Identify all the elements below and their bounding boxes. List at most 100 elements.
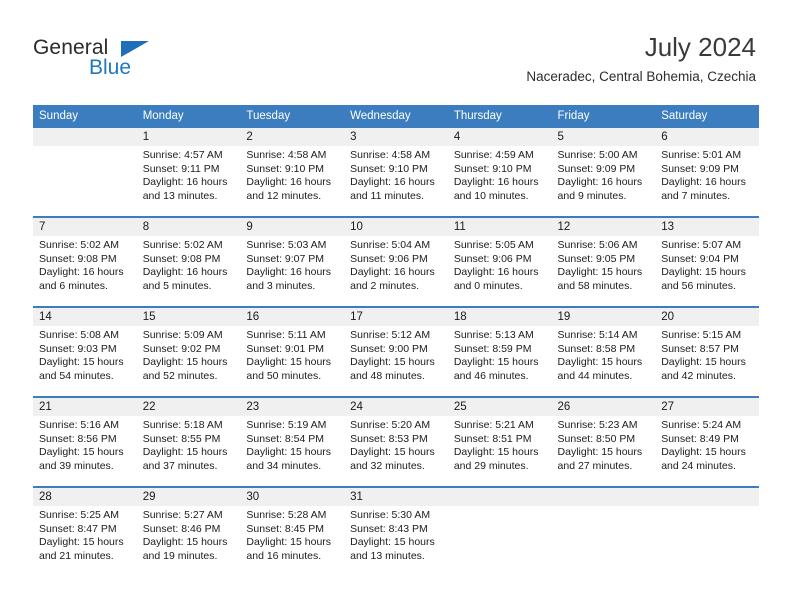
calendar-day-cell[interactable]: 18 Sunrise: 5:13 AM Sunset: 8:59 PM Dayligh… xyxy=(447,308,552,396)
day-info-line: Sunset: 9:09 PM xyxy=(557,162,636,175)
day-info-line: Sunrise: 5:30 AM xyxy=(350,509,431,521)
calendar-day-cell[interactable]: 30 Sunrise: 5:28 AM Sunset: 8:45 PM Dayligh… xyxy=(240,488,345,576)
day-number xyxy=(551,488,656,506)
day-info-line: Sunset: 9:00 PM xyxy=(350,342,428,355)
calendar-day-cell[interactable]: 25 Sunrise: 5:21 AM Sunset: 8:51 PM Dayligh… xyxy=(447,398,552,486)
calendar-day-cell[interactable]: 13 Sunrise: 5:07 AM Sunset: 9:04 PM Dayligh… xyxy=(655,218,759,306)
calendar-day-cell[interactable]: 7 Sunrise: 5:02 AM Sunset: 9:08 PM Daylight… xyxy=(33,218,137,306)
day-info-line: Daylight: 15 hours xyxy=(246,356,332,369)
day-info-line: Daylight: 15 hours xyxy=(39,356,124,369)
day-info-line: Sunrise: 5:00 AM xyxy=(557,149,638,161)
day-sun-info: Sunrise: 4:57 AM Sunset: 9:11 PM Daylight:… xyxy=(137,146,241,203)
calendar-day-cell[interactable]: 22 Sunrise: 5:18 AM Sunset: 8:55 PM Dayligh… xyxy=(136,398,241,486)
calendar-day-cell[interactable]: 14 Sunrise: 5:08 AM Sunset: 9:03 PM Dayligh… xyxy=(33,308,137,396)
day-info-line: Sunrise: 5:02 AM xyxy=(142,239,223,251)
calendar-day-cell[interactable]: 26 Sunrise: 5:23 AM Sunset: 8:50 PM Dayligh… xyxy=(551,398,656,486)
day-info-line: Daylight: 16 hours xyxy=(142,176,228,189)
calendar-day-cell[interactable]: 15 Sunrise: 5:09 AM Sunset: 9:02 PM Dayligh… xyxy=(136,308,241,396)
day-info-line: Daylight: 15 hours xyxy=(39,446,124,459)
calendar-day-cell[interactable]: 29 Sunrise: 5:27 AM Sunset: 8:46 PM Dayligh… xyxy=(136,488,241,576)
calendar-day-cell[interactable]: 11 Sunrise: 5:05 AM Sunset: 9:06 PM Dayligh… xyxy=(447,218,552,306)
weekday-header-sunday: Sunday xyxy=(33,105,137,128)
day-number: 26 xyxy=(551,398,656,416)
day-info-line: and 3 minutes. xyxy=(246,279,316,292)
calendar-day-cell[interactable]: 9 Sunrise: 5:03 AM Sunset: 9:07 PM Daylight… xyxy=(240,218,345,306)
day-number: 17 xyxy=(344,308,448,326)
day-number xyxy=(447,488,552,506)
day-info-line: Sunrise: 4:58 AM xyxy=(350,149,431,161)
day-sun-info xyxy=(448,506,552,509)
calendar-day-cell-empty xyxy=(447,488,552,576)
day-info-line: Sunset: 9:03 PM xyxy=(39,342,117,355)
day-info-line: Sunrise: 5:01 AM xyxy=(661,149,742,161)
day-info-line: Sunset: 9:10 PM xyxy=(350,162,428,175)
calendar-day-cell[interactable]: 2 Sunrise: 4:58 AM Sunset: 9:10 PM Daylight… xyxy=(240,128,345,216)
day-info-line: Daylight: 15 hours xyxy=(453,356,539,369)
calendar-day-cell[interactable]: 4 Sunrise: 4:59 AM Sunset: 9:10 PM Daylight… xyxy=(447,128,552,216)
day-sun-info: Sunrise: 5:27 AM Sunset: 8:46 PM Daylight:… xyxy=(137,506,241,563)
day-info-line: Daylight: 15 hours xyxy=(557,446,643,459)
calendar-day-cell[interactable]: 28 Sunrise: 5:25 AM Sunset: 8:47 PM Dayligh… xyxy=(33,488,137,576)
day-sun-info: Sunrise: 5:05 AM Sunset: 9:06 PM Daylight:… xyxy=(448,236,552,293)
day-number: 10 xyxy=(344,218,448,236)
day-info-line: Daylight: 15 hours xyxy=(142,536,228,549)
day-number: 31 xyxy=(344,488,448,506)
weekday-header-row: Sunday Monday Tuesday Wednesday Thursday Frid… xyxy=(33,105,759,128)
day-info-line: Daylight: 15 hours xyxy=(142,356,228,369)
day-number: 28 xyxy=(33,488,137,506)
calendar-day-cell[interactable]: 5 Sunrise: 5:00 AM Sunset: 9:09 PM Daylight… xyxy=(551,128,656,216)
weekday-header-wednesday: Wednesday xyxy=(344,105,448,128)
day-info-line: Sunrise: 5:14 AM xyxy=(557,329,638,341)
day-info-line: Sunset: 8:56 PM xyxy=(39,432,117,445)
day-info-line: Sunset: 8:45 PM xyxy=(246,522,325,535)
calendar-day-cell[interactable]: 10 Sunrise: 5:04 AM Sunset: 9:06 PM Dayligh… xyxy=(344,218,448,306)
day-info-line: Sunrise: 5:15 AM xyxy=(661,329,742,341)
calendar-day-cell[interactable]: 3 Sunrise: 4:58 AM Sunset: 9:10 PM Daylight… xyxy=(344,128,448,216)
day-number: 5 xyxy=(551,128,656,146)
day-info-line: and 0 minutes. xyxy=(453,279,523,292)
day-info-line: Sunset: 9:06 PM xyxy=(453,252,532,265)
calendar-day-cell[interactable]: 16 Sunrise: 5:11 AM Sunset: 9:01 PM Dayligh… xyxy=(240,308,345,396)
calendar-day-cell[interactable]: 12 Sunrise: 5:06 AM Sunset: 9:05 PM Dayligh… xyxy=(551,218,656,306)
calendar-day-cell[interactable]: 21 Sunrise: 5:16 AM Sunset: 8:56 PM Dayligh… xyxy=(33,398,137,486)
calendar-day-cell[interactable]: 31 Sunrise: 5:30 AM Sunset: 8:43 PM Dayligh… xyxy=(344,488,448,576)
day-sun-info: Sunrise: 5:02 AM Sunset: 9:08 PM Daylight:… xyxy=(137,236,241,293)
day-number xyxy=(655,488,759,506)
day-info-line: Daylight: 15 hours xyxy=(557,356,643,369)
day-sun-info: Sunrise: 5:08 AM Sunset: 9:03 PM Daylight:… xyxy=(33,326,137,383)
calendar-week-row: 28 Sunrise: 5:25 AM Sunset: 8:47 PM Dayligh… xyxy=(33,486,759,576)
day-info-line: Sunrise: 5:02 AM xyxy=(39,239,119,251)
calendar-page: General Blue July 2024 Naceradec, Centra… xyxy=(0,0,792,612)
day-sun-info: Sunrise: 5:23 AM Sunset: 8:50 PM Daylight:… xyxy=(552,416,656,473)
day-number: 3 xyxy=(344,128,448,146)
day-number: 25 xyxy=(447,398,552,416)
calendar-day-cell[interactable]: 20 Sunrise: 5:15 AM Sunset: 8:57 PM Dayligh… xyxy=(655,308,759,396)
calendar-day-cell[interactable]: 19 Sunrise: 5:14 AM Sunset: 8:58 PM Dayligh… xyxy=(551,308,656,396)
day-info-line: Daylight: 16 hours xyxy=(453,266,539,279)
calendar-day-cell[interactable]: 6 Sunrise: 5:01 AM Sunset: 9:09 PM Daylight… xyxy=(655,128,759,216)
weekday-header-thursday: Thursday xyxy=(447,105,552,128)
day-number: 18 xyxy=(447,308,552,326)
calendar-grid: Sunday Monday Tuesday Wednesday Thursday Frid… xyxy=(33,105,759,576)
day-number: 21 xyxy=(33,398,137,416)
day-info-line: Sunrise: 5:18 AM xyxy=(142,419,223,431)
day-info-line: Sunset: 8:57 PM xyxy=(661,342,739,355)
day-info-line: Daylight: 15 hours xyxy=(453,446,539,459)
day-info-line: Sunset: 8:54 PM xyxy=(246,432,325,445)
day-info-line: and 37 minutes. xyxy=(142,459,218,472)
weekday-header-friday: Friday xyxy=(551,105,656,128)
calendar-day-cell[interactable]: 24 Sunrise: 5:20 AM Sunset: 8:53 PM Dayligh… xyxy=(344,398,448,486)
calendar-day-cell-empty xyxy=(655,488,759,576)
calendar-day-cell[interactable]: 8 Sunrise: 5:02 AM Sunset: 9:08 PM Daylight… xyxy=(136,218,241,306)
day-number: 9 xyxy=(240,218,345,236)
calendar-day-cell[interactable]: 17 Sunrise: 5:12 AM Sunset: 9:00 PM Dayligh… xyxy=(344,308,448,396)
day-info-line: Daylight: 15 hours xyxy=(661,266,746,279)
calendar-day-cell[interactable]: 27 Sunrise: 5:24 AM Sunset: 8:49 PM Dayligh… xyxy=(655,398,759,486)
day-info-line: Daylight: 16 hours xyxy=(246,176,332,189)
day-info-line: Sunrise: 5:16 AM xyxy=(39,419,119,431)
general-blue-logo[interactable]: General Blue xyxy=(33,36,163,82)
calendar-day-cell[interactable]: 23 Sunrise: 5:19 AM Sunset: 8:54 PM Dayligh… xyxy=(240,398,345,486)
day-info-line: Sunset: 9:06 PM xyxy=(350,252,428,265)
calendar-day-cell[interactable]: 1 Sunrise: 4:57 AM Sunset: 9:11 PM Daylight… xyxy=(136,128,241,216)
day-info-line: and 13 minutes. xyxy=(142,189,218,202)
